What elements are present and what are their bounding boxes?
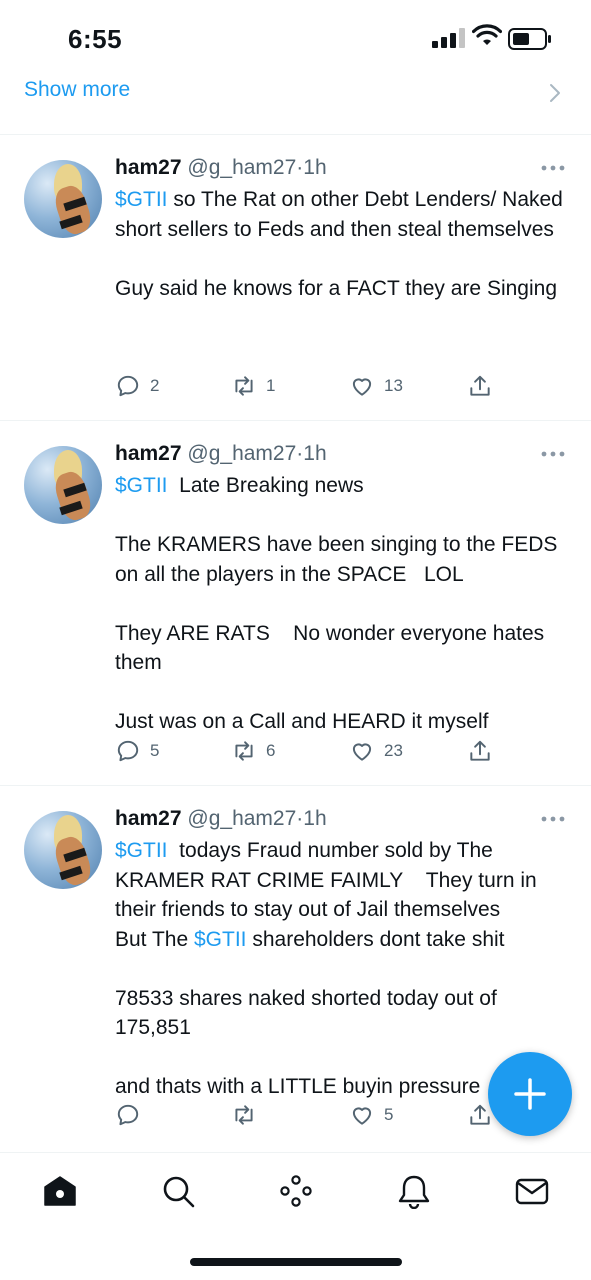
retweet-button[interactable]: 1: [231, 372, 275, 400]
more-options-icon[interactable]: [540, 815, 566, 823]
tweet-paragraph: Guy said he knows for a FACT they are Si…: [115, 274, 575, 304]
retweet-icon: [235, 1105, 253, 1125]
like-button[interactable]: 13: [349, 372, 403, 400]
reply-icon: [117, 740, 139, 762]
tweet-text: $GTII Late Breaking news The KRAMERS have…: [115, 471, 575, 737]
like-icon: [352, 1107, 372, 1125]
tweet-text-segment: so The Rat on other Debt Lenders/ Naked …: [115, 188, 569, 241]
show-more-label[interactable]: Show more: [24, 78, 130, 102]
avatar[interactable]: [24, 446, 102, 524]
tweet-actions: 5 6 23: [115, 737, 585, 765]
like-count: 23: [384, 741, 403, 760]
status-bar: 6:55: [0, 0, 591, 72]
reply-icon: [117, 1104, 139, 1126]
retweet-button[interactable]: 6: [231, 737, 275, 765]
home-icon[interactable]: [42, 1173, 78, 1209]
tweet-text-segment: and thats with a LITTLE buyin pressure: [115, 1075, 481, 1098]
tweet-text-segment: Late Breaking news: [167, 474, 364, 497]
like-button[interactable]: 23: [349, 737, 403, 765]
avatar[interactable]: [24, 160, 102, 238]
reply-button[interactable]: [115, 1101, 150, 1129]
avatar[interactable]: [24, 811, 102, 889]
share-icon: [470, 740, 490, 761]
tweet-paragraph: They ARE RATS No wonder everyone hates t…: [115, 619, 575, 678]
tweet-text: $GTII so The Rat on other Debt Lenders/ …: [115, 185, 575, 303]
share-button[interactable]: [467, 737, 493, 765]
tweet-text-segment: Just was on a Call and HEARD it myself: [115, 710, 489, 733]
tweet-text-segment: 78533 shares naked shorted today out of …: [115, 986, 503, 1040]
reply-button[interactable]: 2: [115, 372, 159, 400]
reply-icon: [117, 375, 139, 397]
author-name[interactable]: ham27: [115, 807, 182, 830]
retweet-count: 6: [266, 741, 276, 760]
author-handle: @g_ham27: [187, 442, 297, 465]
tweet[interactable]: ham27 @g_ham27·1h $GTII so The Rat on ot…: [0, 134, 591, 421]
share-icon: [470, 375, 490, 396]
share-button[interactable]: [467, 372, 493, 400]
compose-plus-icon: [514, 1078, 546, 1110]
author-name[interactable]: ham27: [115, 442, 182, 465]
retweet-count: 1: [266, 376, 276, 395]
tweet-text-segment: They ARE RATS No wonder everyone hates t…: [115, 621, 550, 675]
retweet-icon: [235, 376, 253, 396]
cashtag-link[interactable]: $GTII: [115, 188, 168, 211]
retweet-button[interactable]: [231, 1101, 266, 1129]
cashtag-link[interactable]: $GTII: [115, 839, 168, 862]
signal-icon: [432, 28, 465, 48]
retweet-icon: [235, 741, 253, 761]
tweet-time: 1h: [303, 442, 327, 465]
reply-count: 2: [150, 376, 160, 395]
tweet-header: ham27 @g_ham27·1h: [115, 807, 327, 831]
author-handle: @g_ham27: [187, 156, 297, 179]
show-more-row[interactable]: Show more: [0, 72, 591, 135]
author-name[interactable]: ham27: [115, 156, 182, 179]
tweet-paragraph: $GTII so The Rat on other Debt Lenders/ …: [115, 185, 575, 244]
battery-icon: [508, 28, 551, 50]
tweet-paragraph: 78533 shares naked shorted today out of …: [115, 984, 570, 1043]
home-indicator[interactable]: [190, 1258, 402, 1266]
tweet-paragraph: Just was on a Call and HEARD it myself: [115, 707, 575, 737]
search-icon[interactable]: [160, 1173, 196, 1209]
like-count: 13: [384, 376, 403, 395]
wifi-icon: [472, 24, 502, 45]
like-button[interactable]: 5: [349, 1101, 393, 1129]
author-handle: @g_ham27: [187, 807, 297, 830]
notifications-icon[interactable]: [396, 1173, 432, 1209]
reply-count: 5: [150, 741, 160, 760]
tweet-paragraph: $GTII todays Fraud number sold by The KR…: [115, 836, 570, 954]
messages-icon[interactable]: [514, 1173, 550, 1209]
tweet-actions: 2 1 13: [115, 372, 585, 400]
tweet-text-segment: shareholders dont take shit: [246, 927, 505, 951]
like-icon: [352, 378, 372, 396]
tweet-time: 1h: [303, 156, 327, 179]
more-options-icon[interactable]: [540, 450, 566, 458]
tweet[interactable]: ham27 @g_ham27·1h $GTII Late Breaking ne…: [0, 420, 591, 786]
tweet-header: ham27 @g_ham27·1h: [115, 156, 327, 180]
chevron-right-icon: [550, 84, 560, 102]
cashtag-link[interactable]: $GTII: [194, 928, 247, 951]
tweet-paragraph: $GTII Late Breaking news: [115, 471, 575, 501]
reply-button[interactable]: 5: [115, 737, 159, 765]
tweet-paragraph: The KRAMERS have been singing to the FED…: [115, 530, 575, 589]
tweet-text-segment: The KRAMERS have been singing to the FED…: [115, 533, 564, 586]
status-time: 6:55: [68, 24, 123, 54]
tweet-time: 1h: [303, 807, 327, 830]
bottom-nav: [0, 1152, 591, 1280]
tweet-text-segment: Guy said he knows for a FACT they are Si…: [115, 276, 558, 300]
cashtag-link[interactable]: $GTII: [115, 474, 168, 497]
like-count: 5: [384, 1105, 394, 1124]
more-options-icon[interactable]: [540, 164, 566, 172]
compose-button[interactable]: [488, 1052, 572, 1136]
like-icon: [352, 743, 372, 761]
spaces-icon[interactable]: [278, 1173, 314, 1209]
tweet-header: ham27 @g_ham27·1h: [115, 442, 327, 466]
